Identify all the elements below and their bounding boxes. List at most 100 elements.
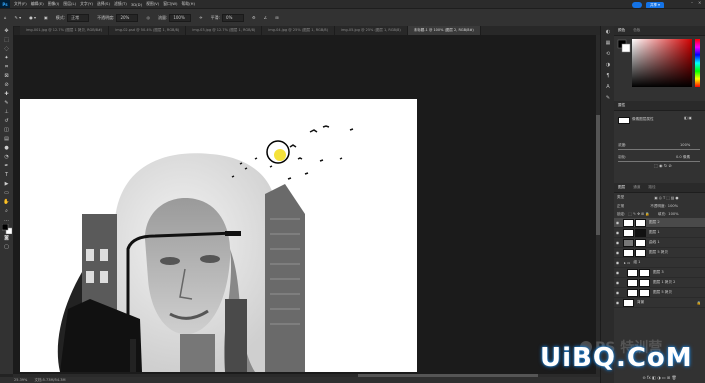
brush-tool-icon[interactable]: ✎ ▾: [15, 15, 22, 20]
menu-view[interactable]: 视图(V): [146, 1, 159, 7]
tab-color[interactable]: 颜色: [614, 28, 629, 33]
blur-tool-icon[interactable]: ●: [0, 143, 13, 152]
adjustments-panel-icon[interactable]: ◑: [601, 59, 615, 70]
menu-filter[interactable]: 滤镜(T): [114, 1, 127, 7]
layer-row[interactable]: ◉ 背景 🔒: [614, 298, 705, 308]
layer-row[interactable]: ◉ 图层 3: [614, 268, 705, 278]
brush-settings-icon[interactable]: ▣: [44, 15, 48, 20]
quick-mask-icon[interactable]: ◙: [0, 233, 13, 242]
feather-value[interactable]: 0.0 像素: [676, 155, 690, 160]
fill-field[interactable]: 100%: [668, 212, 678, 216]
lock-icons[interactable]: ⬚ ✎ ✥ ⊞ 🔒: [628, 212, 649, 216]
menu-help[interactable]: 帮助(H): [182, 1, 195, 7]
layer-row[interactable]: ◉ ▸ ▭ 组 1: [614, 258, 705, 268]
filter-kind-select[interactable]: 类型: [617, 195, 624, 200]
layer-row[interactable]: ◉ 图层 1 拷贝 2: [614, 278, 705, 288]
close-icon[interactable]: ×: [698, 0, 701, 5]
visibility-icon[interactable]: ◉: [614, 220, 621, 225]
zoom-tool-icon[interactable]: ⌕: [0, 206, 13, 215]
hand-tool-icon[interactable]: ✋: [0, 197, 13, 206]
visibility-icon[interactable]: ◉: [614, 240, 621, 245]
layer-row[interactable]: ◉ 图层 1: [614, 228, 705, 238]
menu-layer[interactable]: 图层(L): [63, 1, 76, 7]
blend-mode-select[interactable]: 正常: [617, 204, 624, 209]
move-tool-icon[interactable]: ✥: [0, 26, 13, 35]
visibility-icon[interactable]: ◉: [614, 230, 621, 235]
clone-stamp-tool-icon[interactable]: ⊥: [0, 107, 13, 116]
menu-3d[interactable]: 3D(D): [131, 2, 142, 7]
frame-tool-icon[interactable]: ⊠: [0, 71, 13, 80]
visibility-icon[interactable]: ◉: [614, 300, 621, 305]
lasso-tool-icon[interactable]: ◌: [0, 44, 13, 53]
visibility-icon[interactable]: ◉: [614, 250, 621, 255]
gradient-tool-icon[interactable]: ▤: [0, 134, 13, 143]
tab-paths[interactable]: 路径: [644, 185, 659, 190]
menu-file[interactable]: 文件(F): [14, 1, 27, 7]
smoothing-settings-icon[interactable]: ⚙: [252, 15, 256, 20]
quick-select-tool-icon[interactable]: ✦: [0, 53, 13, 62]
menu-type[interactable]: 文字(Y): [80, 1, 93, 7]
visibility-icon[interactable]: ◉: [614, 290, 621, 295]
screen-mode-icon[interactable]: ▢: [0, 242, 13, 251]
density-slider[interactable]: [618, 149, 700, 150]
doc-tab[interactable]: img-05.jpg @ 25% (图层 1, RGB/8): [335, 26, 408, 35]
layer-row[interactable]: ◉ 图层 5 拷贝: [614, 288, 705, 298]
type-tool-icon[interactable]: T: [0, 170, 13, 179]
visibility-icon[interactable]: ◉: [614, 280, 621, 285]
smoothing-field[interactable]: 0%: [222, 13, 245, 22]
mask-action-icons[interactable]: ⬚ ◉ ↻ ⊘: [654, 163, 672, 168]
path-select-tool-icon[interactable]: ▶: [0, 179, 13, 188]
doc-tab[interactable]: img-001.jpg @ 12.7% (图层 1 拷贝, RGB/8#): [20, 26, 110, 35]
doc-tab[interactable]: img-04.jpg @ 25% (图层 1, RGB/8): [262, 26, 336, 35]
tab-swatches[interactable]: 色板: [629, 28, 644, 33]
mask-icon[interactable]: ◧ ▣: [684, 116, 692, 120]
brush-size-picker[interactable]: ● ▾: [29, 15, 36, 20]
document-canvas[interactable]: [20, 99, 417, 372]
eyedropper-tool-icon[interactable]: ⊘: [0, 80, 13, 89]
minimize-icon[interactable]: –: [691, 0, 693, 5]
menu-select[interactable]: 选择(S): [97, 1, 110, 7]
layer-opacity-field[interactable]: 100%: [668, 204, 678, 208]
pen-tool-icon[interactable]: ✒: [0, 161, 13, 170]
airbrush-icon[interactable]: ✈: [199, 15, 202, 20]
tab-layers[interactable]: 图层: [614, 185, 629, 190]
color-swatches-icon[interactable]: [0, 223, 13, 234]
density-value[interactable]: 100%: [680, 143, 690, 147]
color-panel-icon[interactable]: ◐: [601, 26, 615, 37]
symmetry-icon[interactable]: ⊞: [275, 15, 278, 20]
visibility-icon[interactable]: ◉: [614, 270, 621, 275]
menu-edit[interactable]: 编辑(E): [31, 1, 44, 7]
mode-select[interactable]: 正常: [67, 13, 90, 22]
doc-tab-active[interactable]: 未标题-1 @ 100% (图层 2, RGB/8#): [407, 26, 481, 35]
layer-row[interactable]: ◉ 曲线 1: [614, 238, 705, 248]
layer-row[interactable]: ◉ 图层 5 拷贝: [614, 248, 705, 258]
angle-icon[interactable]: ∠: [264, 15, 268, 20]
opacity-field[interactable]: 20%: [116, 13, 139, 22]
healing-tool-icon[interactable]: ✚: [0, 89, 13, 98]
menu-image[interactable]: 图像(I): [48, 1, 60, 7]
shape-tool-icon[interactable]: ▭: [0, 188, 13, 197]
layer-row[interactable]: ◉ 图层 2: [614, 218, 705, 228]
color-picker[interactable]: [614, 36, 705, 91]
paragraph-panel-icon[interactable]: ¶: [601, 70, 615, 81]
history-brush-tool-icon[interactable]: ↺: [0, 116, 13, 125]
pressure-opacity-icon[interactable]: ◎: [146, 15, 150, 20]
tab-properties[interactable]: 属性: [614, 103, 629, 108]
flow-field[interactable]: 100%: [169, 13, 192, 22]
swatches-panel-icon[interactable]: ▦: [601, 37, 615, 48]
eraser-tool-icon[interactable]: ◫: [0, 125, 13, 134]
character-panel-icon[interactable]: A: [601, 81, 615, 92]
crop-tool-icon[interactable]: ⌗: [0, 62, 13, 71]
dodge-tool-icon[interactable]: ◔: [0, 152, 13, 161]
visibility-icon[interactable]: ◉: [614, 260, 621, 265]
brush-tool-icon-left[interactable]: ✎: [0, 98, 13, 107]
home-icon[interactable]: ⌂: [4, 15, 7, 20]
history-panel-icon[interactable]: ⟲: [601, 48, 615, 59]
filter-icons[interactable]: ▣ ◎ T ⬚ ▨ ●: [654, 196, 678, 200]
layer-actions[interactable]: ⊖ fx ◧ ◑ ▭ ⊞ 🗑: [614, 375, 705, 380]
marquee-tool-icon[interactable]: ⬚: [0, 35, 13, 44]
doc-tab[interactable]: img-02.psd @ 50.4% (图层 1, RGB/8): [109, 26, 187, 35]
brush-panel-icon[interactable]: ✎: [601, 92, 615, 103]
feather-slider[interactable]: [618, 161, 700, 162]
menu-window[interactable]: 窗口(W): [163, 1, 177, 7]
